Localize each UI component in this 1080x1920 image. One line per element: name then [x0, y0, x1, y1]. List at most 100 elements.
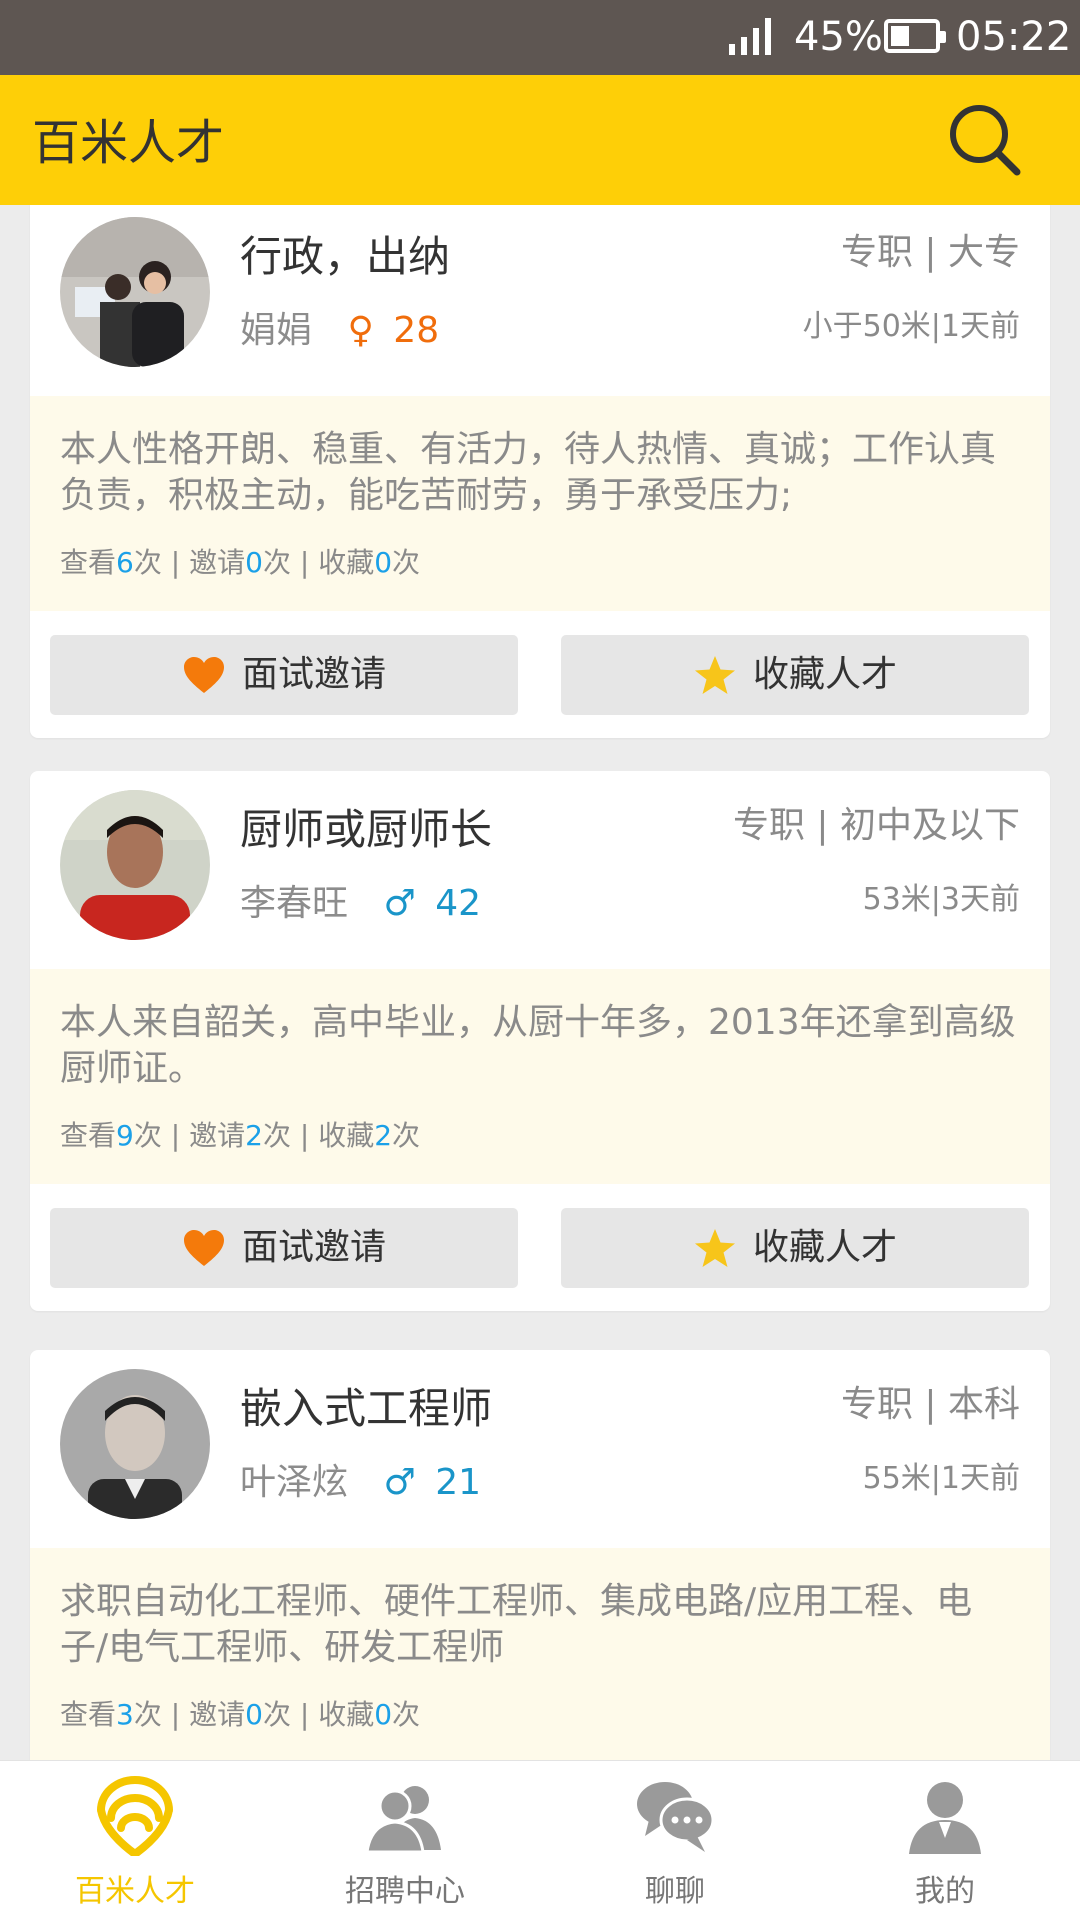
heart-icon: [183, 657, 224, 693]
collect-label: 收藏: [318, 1698, 375, 1731]
job-title: 行政，出纳: [240, 232, 451, 281]
view-count: 6: [116, 546, 134, 579]
candidate-card[interactable]: 嵌入式工程师 叶泽炫 ♂ 21 专职 | 本科 55米|1天前 求职自动化工程师…: [30, 1350, 1050, 1760]
candidate-name: 娟娟: [240, 310, 313, 351]
posted-time: 3天前: [940, 882, 1020, 917]
collect-label: 收藏: [318, 546, 375, 579]
collect-count: 0: [374, 1698, 393, 1731]
view-label: 查看: [60, 546, 117, 579]
distance-time: 53米|3天前: [862, 882, 1020, 917]
tab-label: 招聘中心: [345, 1874, 465, 1909]
view-count: 9: [116, 1119, 134, 1152]
education-level: 本科: [947, 1384, 1020, 1425]
interview-invite-button[interactable]: 面试邀请: [50, 635, 518, 715]
candidate-card[interactable]: 行政，出纳 娟娟 ♀ 28 专职 | 大专 小于50米|1天前 本人性格开朗、稳…: [30, 205, 1050, 738]
bottom-tab-bar: 百米人才 招聘中心 聊聊 我的: [0, 1760, 1080, 1920]
collect-label: 收藏: [318, 1119, 375, 1152]
invite-button-label: 面试邀请: [241, 1227, 386, 1268]
star-icon: [694, 1229, 735, 1267]
view-label: 查看: [60, 1698, 117, 1731]
app-bar: 百米人才: [0, 75, 1080, 205]
invite-label: 邀请: [189, 1119, 246, 1152]
education-level: 初中及以下: [839, 805, 1020, 846]
distance-time: 小于50米|1天前: [802, 309, 1020, 344]
unit-label: 次: [262, 1698, 291, 1731]
view-label: 查看: [60, 1119, 117, 1152]
candidate-bio: 本人性格开朗、稳重、有活力，待人热情、真诚；工作认真负责，积极主动，能吃苦耐劳，…: [60, 429, 997, 516]
status-time: 05:22: [956, 14, 1072, 60]
candidate-stats: 查看9次 | 邀请2次 | 收藏2次: [60, 1119, 421, 1152]
invite-count: 2: [245, 1119, 263, 1152]
invite-label: 邀请: [189, 1698, 246, 1731]
collect-count: 2: [374, 1119, 393, 1152]
collect-talent-button[interactable]: 收藏人才: [561, 1208, 1029, 1288]
candidate-name: 叶泽炫: [240, 1462, 349, 1503]
unit-label: 次: [392, 1119, 421, 1152]
employment-type: 专职: [840, 1384, 913, 1425]
signal-icon: [729, 18, 771, 55]
tab-label: 百米人才: [75, 1874, 195, 1909]
page-title: 百米人才: [32, 115, 225, 171]
invite-count: 0: [245, 546, 263, 579]
posted-time: 1天前: [940, 1461, 1020, 1496]
male-icon: ♂: [383, 883, 416, 924]
candidate-info: 叶泽炫 ♂ 21: [240, 1460, 481, 1506]
bio-section: 本人性格开朗、稳重、有活力，待人热情、真诚；工作认真负责，积极主动，能吃苦耐劳，…: [30, 396, 1050, 611]
job-title: 嵌入式工程师: [240, 1384, 493, 1433]
search-icon[interactable]: [945, 100, 1025, 180]
job-meta: 专职 | 本科: [840, 1384, 1020, 1425]
tab-baimi-talent[interactable]: 百米人才: [0, 1761, 270, 1920]
avatar: [60, 790, 210, 940]
interview-invite-button[interactable]: 面试邀请: [50, 1208, 518, 1288]
status-bar: 45% 05:22: [0, 0, 1080, 75]
employment-type: 专职: [840, 232, 913, 273]
job-title: 厨师或厨师长: [240, 805, 493, 854]
candidate-age: 21: [435, 1462, 482, 1503]
distance: 55米: [862, 1461, 931, 1496]
invite-count: 0: [245, 1698, 263, 1731]
invite-button-label: 面试邀请: [241, 654, 386, 695]
tab-mine[interactable]: 我的: [810, 1761, 1080, 1920]
collect-button-label: 收藏人才: [752, 654, 897, 695]
candidate-stats: 查看3次 | 邀请0次 | 收藏0次: [60, 1698, 421, 1731]
unit-label: 次: [133, 1119, 162, 1152]
candidate-info: 李春旺 ♂ 42: [240, 881, 481, 927]
candidate-list: 行政，出纳 娟娟 ♀ 28 专职 | 大专 小于50米|1天前 本人性格开朗、稳…: [0, 205, 1080, 1760]
distance-time: 55米|1天前: [862, 1461, 1020, 1496]
education-level: 大专: [947, 232, 1020, 273]
distance: 小于50米: [802, 309, 931, 344]
distance: 53米: [862, 882, 931, 917]
unit-label: 次: [262, 546, 291, 579]
tab-recruit-center[interactable]: 招聘中心: [270, 1761, 540, 1920]
job-meta: 专职 | 初中及以下: [732, 805, 1020, 846]
candidate-card[interactable]: 厨师或厨师长 李春旺 ♂ 42 专职 | 初中及以下 53米|3天前 本人来自韶…: [30, 771, 1050, 1311]
tab-chat[interactable]: 聊聊: [540, 1761, 810, 1920]
battery-icon: [884, 19, 946, 53]
employment-type: 专职: [732, 805, 805, 846]
candidate-name: 李春旺: [240, 883, 349, 924]
job-meta: 专职 | 大专: [840, 232, 1020, 273]
bio-section: 求职自动化工程师、硬件工程师、集成电路/应用工程、电子/电气工程师、研发工程师 …: [30, 1548, 1050, 1760]
female-icon: ♀: [347, 310, 374, 351]
person-icon: [909, 1782, 981, 1854]
unit-label: 次: [392, 546, 421, 579]
radar-icon: [97, 1776, 173, 1856]
male-icon: ♂: [383, 1462, 416, 1503]
unit-label: 次: [392, 1698, 421, 1731]
candidate-stats: 查看6次 | 邀请0次 | 收藏0次: [60, 546, 421, 579]
candidate-bio: 本人来自韶关，高中毕业，从厨十年多，2013年还拿到高级厨师证。: [60, 1002, 1016, 1089]
candidate-bio: 求职自动化工程师、硬件工程师、集成电路/应用工程、电子/电气工程师、研发工程师: [60, 1581, 973, 1668]
candidate-info: 娟娟 ♀ 28: [240, 308, 439, 354]
view-count: 3: [116, 1698, 134, 1731]
battery-percentage: 45%: [794, 14, 883, 60]
heart-icon: [183, 1230, 224, 1266]
people-icon: [365, 1786, 441, 1854]
candidate-age: 42: [435, 883, 482, 924]
unit-label: 次: [133, 546, 162, 579]
tab-label: 聊聊: [645, 1874, 705, 1909]
avatar: [60, 1369, 210, 1519]
candidate-age: 28: [393, 310, 440, 351]
collect-talent-button[interactable]: 收藏人才: [561, 635, 1029, 715]
collect-button-label: 收藏人才: [752, 1227, 897, 1268]
unit-label: 次: [133, 1698, 162, 1731]
